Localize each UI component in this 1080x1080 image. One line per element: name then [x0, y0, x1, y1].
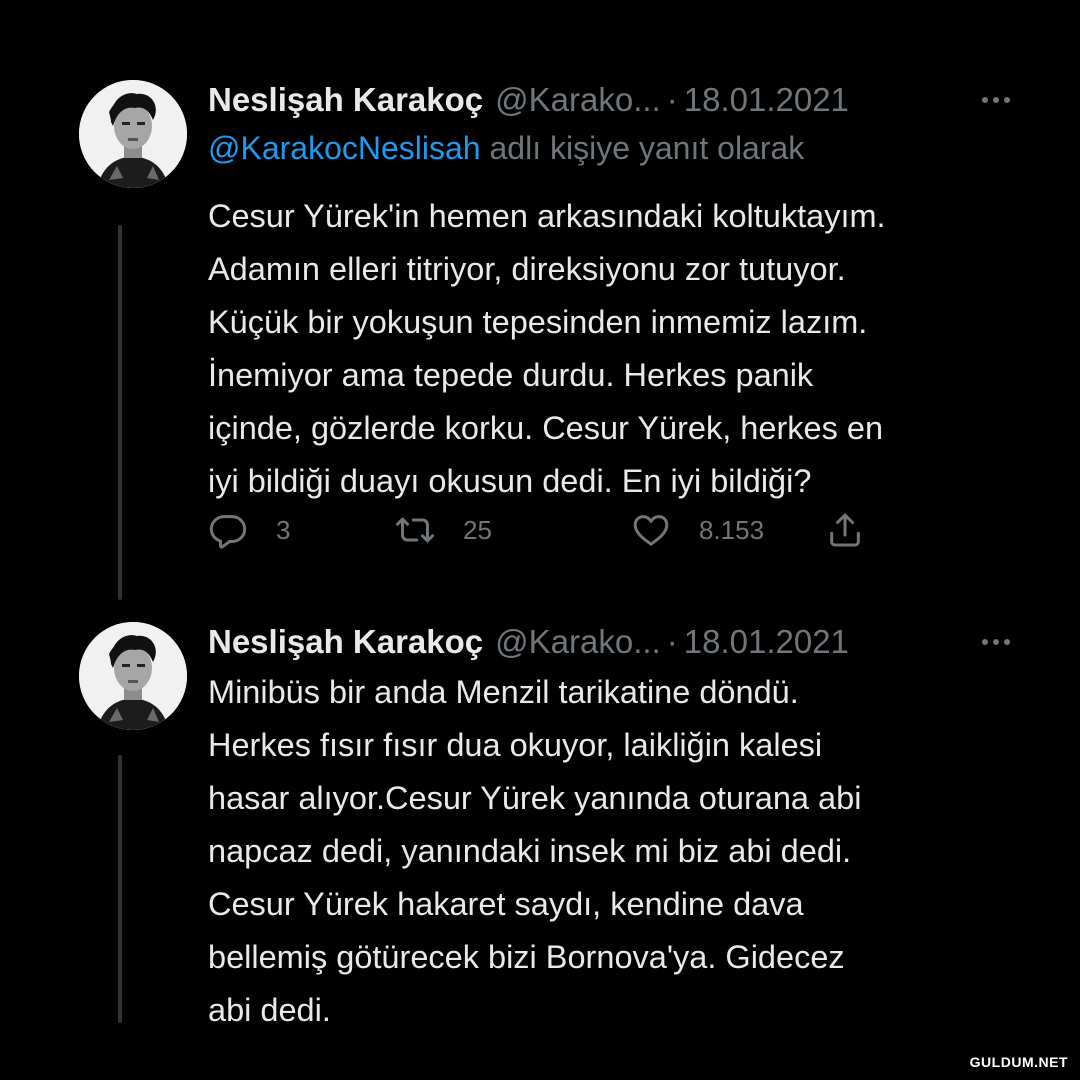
reply-count: 3: [276, 514, 291, 545]
tweet-text-line: içinde, gözlerde korku. Cesur Yürek, her…: [208, 410, 884, 446]
tweet-actions: 3 25 8.153: [208, 505, 908, 555]
separator-dot: ·: [666, 623, 678, 660]
tweet-text-line: iyi bildiği duayı okusun dedi. En iyi bi…: [208, 463, 812, 499]
tweet-date[interactable]: 18.01.2021: [684, 81, 849, 119]
tweet-text-line: Cesur Yürek'in hemen arkasındaki koltukt…: [208, 198, 886, 234]
like-count: 8.153: [699, 514, 765, 545]
watermark-logo: GULDUM.NET: [969, 1054, 1068, 1070]
more-icon[interactable]: [982, 620, 1010, 664]
tweet-text: Minibüs bir anda Menzil tarikatine döndü…: [208, 666, 1040, 1037]
tweet-text: Cesur Yürek'in hemen arkasındaki koltukt…: [208, 190, 1040, 508]
reply-button[interactable]: 3: [208, 505, 290, 555]
tweet-text-line: Küçük bir yokuşun tepesinden inmemiz laz…: [208, 304, 868, 340]
display-name[interactable]: Neslişah Karakoç: [208, 81, 483, 119]
thread-line: [118, 225, 122, 600]
avatar[interactable]: [79, 80, 187, 188]
avatar[interactable]: [79, 622, 187, 730]
retweet-count: 25: [463, 514, 492, 545]
retweet-button[interactable]: 25: [395, 505, 492, 555]
share-button[interactable]: [825, 505, 865, 555]
like-icon: [633, 515, 669, 546]
handle[interactable]: @Karako...: [495, 623, 661, 661]
tweet-text-line: hasar alıyor.Cesur Yürek yanında oturana…: [208, 780, 862, 816]
reply-context-text: adlı kişiye yanıt olarak: [489, 130, 805, 166]
reply-icon: [209, 515, 247, 549]
tweet-header: Neslişah Karakoç @Karako... · 18.01.2021: [208, 78, 1040, 122]
separator-dot: ·: [666, 81, 678, 118]
tweet-text-line: bellemiş götürecek bizi Bornova'ya. Gide…: [208, 939, 845, 975]
tweet-text-line: Cesur Yürek hakaret saydı, kendine dava: [208, 886, 804, 922]
tweet[interactable]: Neslişah Karakoç @Karako... · 18.01.2021…: [0, 60, 1080, 600]
thread-line: [118, 755, 122, 1023]
display-name[interactable]: Neslişah Karakoç: [208, 623, 483, 661]
tweet-header: Neslişah Karakoç @Karako... · 18.01.2021: [208, 620, 1040, 664]
retweet-icon: [396, 517, 434, 543]
tweet-text-line: İnemiyor ama tepede durdu. Herkes panik: [208, 357, 814, 393]
share-icon: [830, 513, 860, 547]
tweet-text-line: napcaz dedi, yanındaki insek mi biz abi …: [208, 833, 852, 869]
like-button[interactable]: 8.153: [631, 505, 764, 555]
tweet-text-line: Herkes fısır fısır dua okuyor, laikliğin…: [208, 727, 823, 763]
handle[interactable]: @Karako...: [495, 81, 661, 119]
tweet-date[interactable]: 18.01.2021: [684, 623, 849, 661]
reply-context: @KarakocNeslisah adlı kişiye yanıt olara…: [208, 130, 804, 167]
reply-mention-link[interactable]: @KarakocNeslisah: [208, 130, 481, 166]
tweet[interactable]: Neslişah Karakoç @Karako... · 18.01.2021…: [0, 600, 1080, 1040]
tweet-text-line: abi dedi.: [208, 992, 331, 1028]
tweet-text-line: Adamın elleri titriyor, direksiyonu zor …: [208, 251, 846, 287]
more-icon[interactable]: [982, 78, 1010, 122]
tweet-text-line: Minibüs bir anda Menzil tarikatine döndü…: [208, 674, 799, 710]
